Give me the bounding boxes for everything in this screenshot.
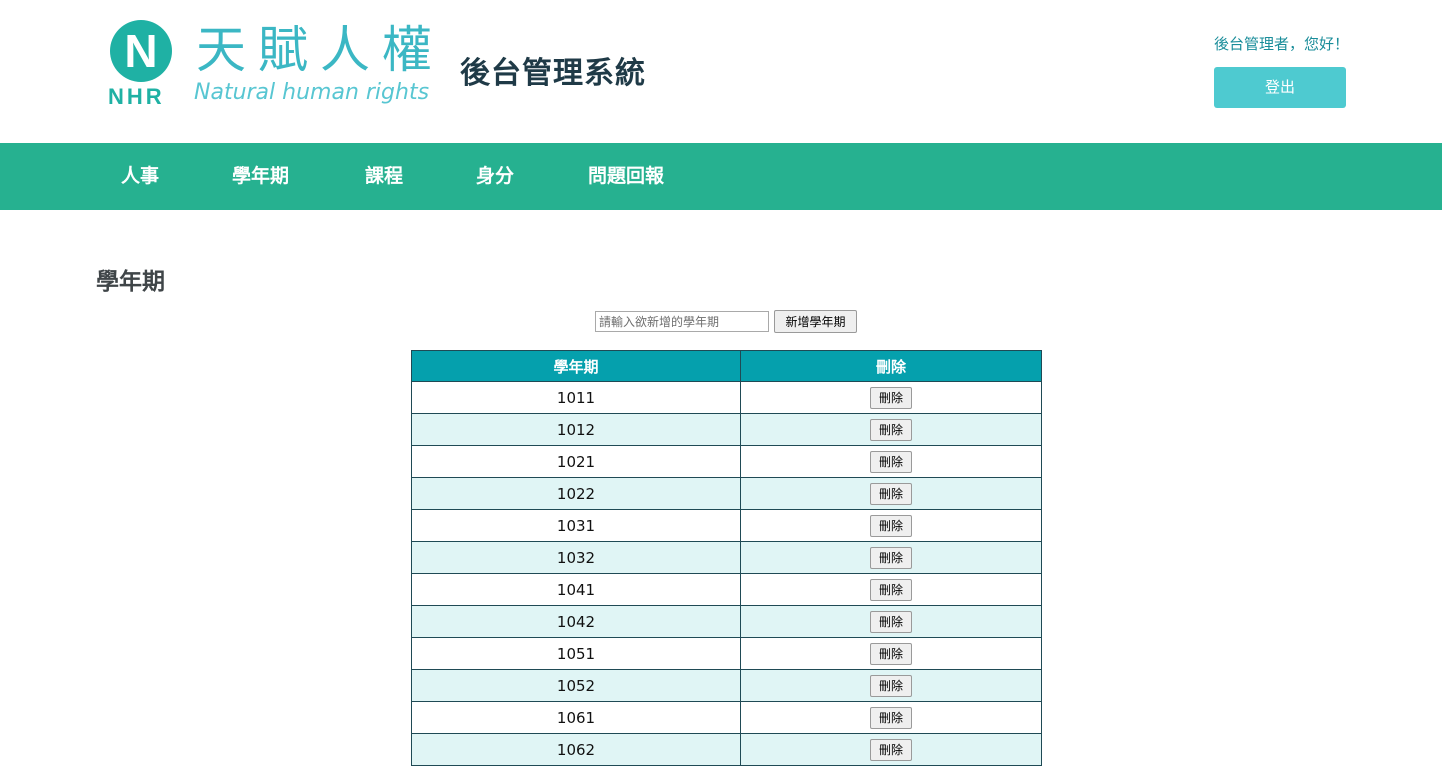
table-row: 1022 刪除 bbox=[411, 477, 1042, 510]
delete-cell: 刪除 bbox=[740, 413, 1042, 446]
logo[interactable]: N NHR 天賦人權 Natural human rights bbox=[108, 18, 458, 113]
table-row: 1031 刪除 bbox=[411, 509, 1042, 542]
delete-cell: 刪除 bbox=[740, 445, 1042, 478]
delete-button[interactable]: 刪除 bbox=[870, 578, 912, 601]
term-cell: 1031 bbox=[411, 509, 741, 542]
table-row: 1012 刪除 bbox=[411, 413, 1042, 446]
term-cell: 1042 bbox=[411, 605, 741, 638]
term-cell: 1062 bbox=[411, 733, 741, 766]
delete-cell: 刪除 bbox=[740, 637, 1042, 670]
term-cell: 1061 bbox=[411, 701, 741, 734]
table-row: 1021 刪除 bbox=[411, 445, 1042, 478]
delete-button[interactable]: 刪除 bbox=[870, 642, 912, 665]
term-cell: 1032 bbox=[411, 541, 741, 574]
delete-button[interactable]: 刪除 bbox=[870, 514, 912, 537]
table-header-row: 學年期 刪除 bbox=[411, 350, 1042, 382]
delete-cell: 刪除 bbox=[740, 509, 1042, 542]
delete-cell: 刪除 bbox=[740, 477, 1042, 510]
table-row: 1011 刪除 bbox=[411, 381, 1042, 414]
delete-cell: 刪除 bbox=[740, 669, 1042, 702]
table-row: 1032 刪除 bbox=[411, 541, 1042, 574]
delete-cell: 刪除 bbox=[740, 605, 1042, 638]
delete-button[interactable]: 刪除 bbox=[870, 738, 912, 761]
logout-button[interactable]: 登出 bbox=[1214, 67, 1346, 108]
delete-button[interactable]: 刪除 bbox=[870, 674, 912, 697]
term-table: 學年期 刪除 1011 刪除 1012 刪除 1021 刪除 1022 刪除 1… bbox=[411, 350, 1042, 766]
table-row: 1051 刪除 bbox=[411, 637, 1042, 670]
nav-item-issue-report[interactable]: 問題回報 bbox=[588, 143, 664, 210]
logo-abbr: NHR bbox=[108, 84, 165, 109]
table-row: 1062 刪除 bbox=[411, 733, 1042, 766]
page-header: N NHR 天賦人權 Natural human rights 後台管理系統 後… bbox=[0, 0, 1442, 143]
term-cell: 1011 bbox=[411, 381, 741, 414]
page-title: 學年期 bbox=[96, 269, 165, 295]
column-header-delete: 刪除 bbox=[740, 350, 1042, 382]
nav-item-identity[interactable]: 身分 bbox=[476, 143, 514, 210]
nav-item-courses[interactable]: 課程 bbox=[365, 143, 403, 210]
table-row: 1061 刪除 bbox=[411, 701, 1042, 734]
nav-item-personnel[interactable]: 人事 bbox=[121, 143, 159, 210]
term-cell: 1022 bbox=[411, 477, 741, 510]
table-row: 1041 刪除 bbox=[411, 573, 1042, 606]
system-title: 後台管理系統 bbox=[460, 56, 646, 91]
logo-chinese-name: 天賦人權 bbox=[196, 21, 444, 79]
delete-button[interactable]: 刪除 bbox=[870, 546, 912, 569]
logo-n-icon: N bbox=[110, 20, 172, 82]
delete-button[interactable]: 刪除 bbox=[870, 450, 912, 473]
term-cell: 1021 bbox=[411, 445, 741, 478]
user-greeting: 後台管理者，您好！ bbox=[1214, 35, 1350, 53]
add-term-button[interactable]: 新增學年期 bbox=[774, 310, 857, 333]
main-nav: 人事 學年期 課程 身分 問題回報 bbox=[0, 143, 1442, 210]
table-row: 1052 刪除 bbox=[411, 669, 1042, 702]
term-cell: 1012 bbox=[411, 413, 741, 446]
term-cell: 1052 bbox=[411, 669, 741, 702]
delete-button[interactable]: 刪除 bbox=[870, 482, 912, 505]
delete-button[interactable]: 刪除 bbox=[870, 610, 912, 633]
nav-item-academic-term[interactable]: 學年期 bbox=[232, 143, 289, 210]
term-cell: 1051 bbox=[411, 637, 741, 670]
delete-button[interactable]: 刪除 bbox=[870, 418, 912, 441]
delete-cell: 刪除 bbox=[740, 733, 1042, 766]
delete-cell: 刪除 bbox=[740, 381, 1042, 414]
delete-button[interactable]: 刪除 bbox=[870, 706, 912, 729]
logo-english-name: Natural human rights bbox=[194, 80, 430, 105]
table-row: 1042 刪除 bbox=[411, 605, 1042, 638]
delete-cell: 刪除 bbox=[740, 541, 1042, 574]
delete-cell: 刪除 bbox=[740, 701, 1042, 734]
delete-cell: 刪除 bbox=[740, 573, 1042, 606]
term-cell: 1041 bbox=[411, 573, 741, 606]
new-term-input[interactable] bbox=[595, 311, 769, 332]
column-header-term: 學年期 bbox=[411, 350, 741, 382]
delete-button[interactable]: 刪除 bbox=[870, 386, 912, 409]
